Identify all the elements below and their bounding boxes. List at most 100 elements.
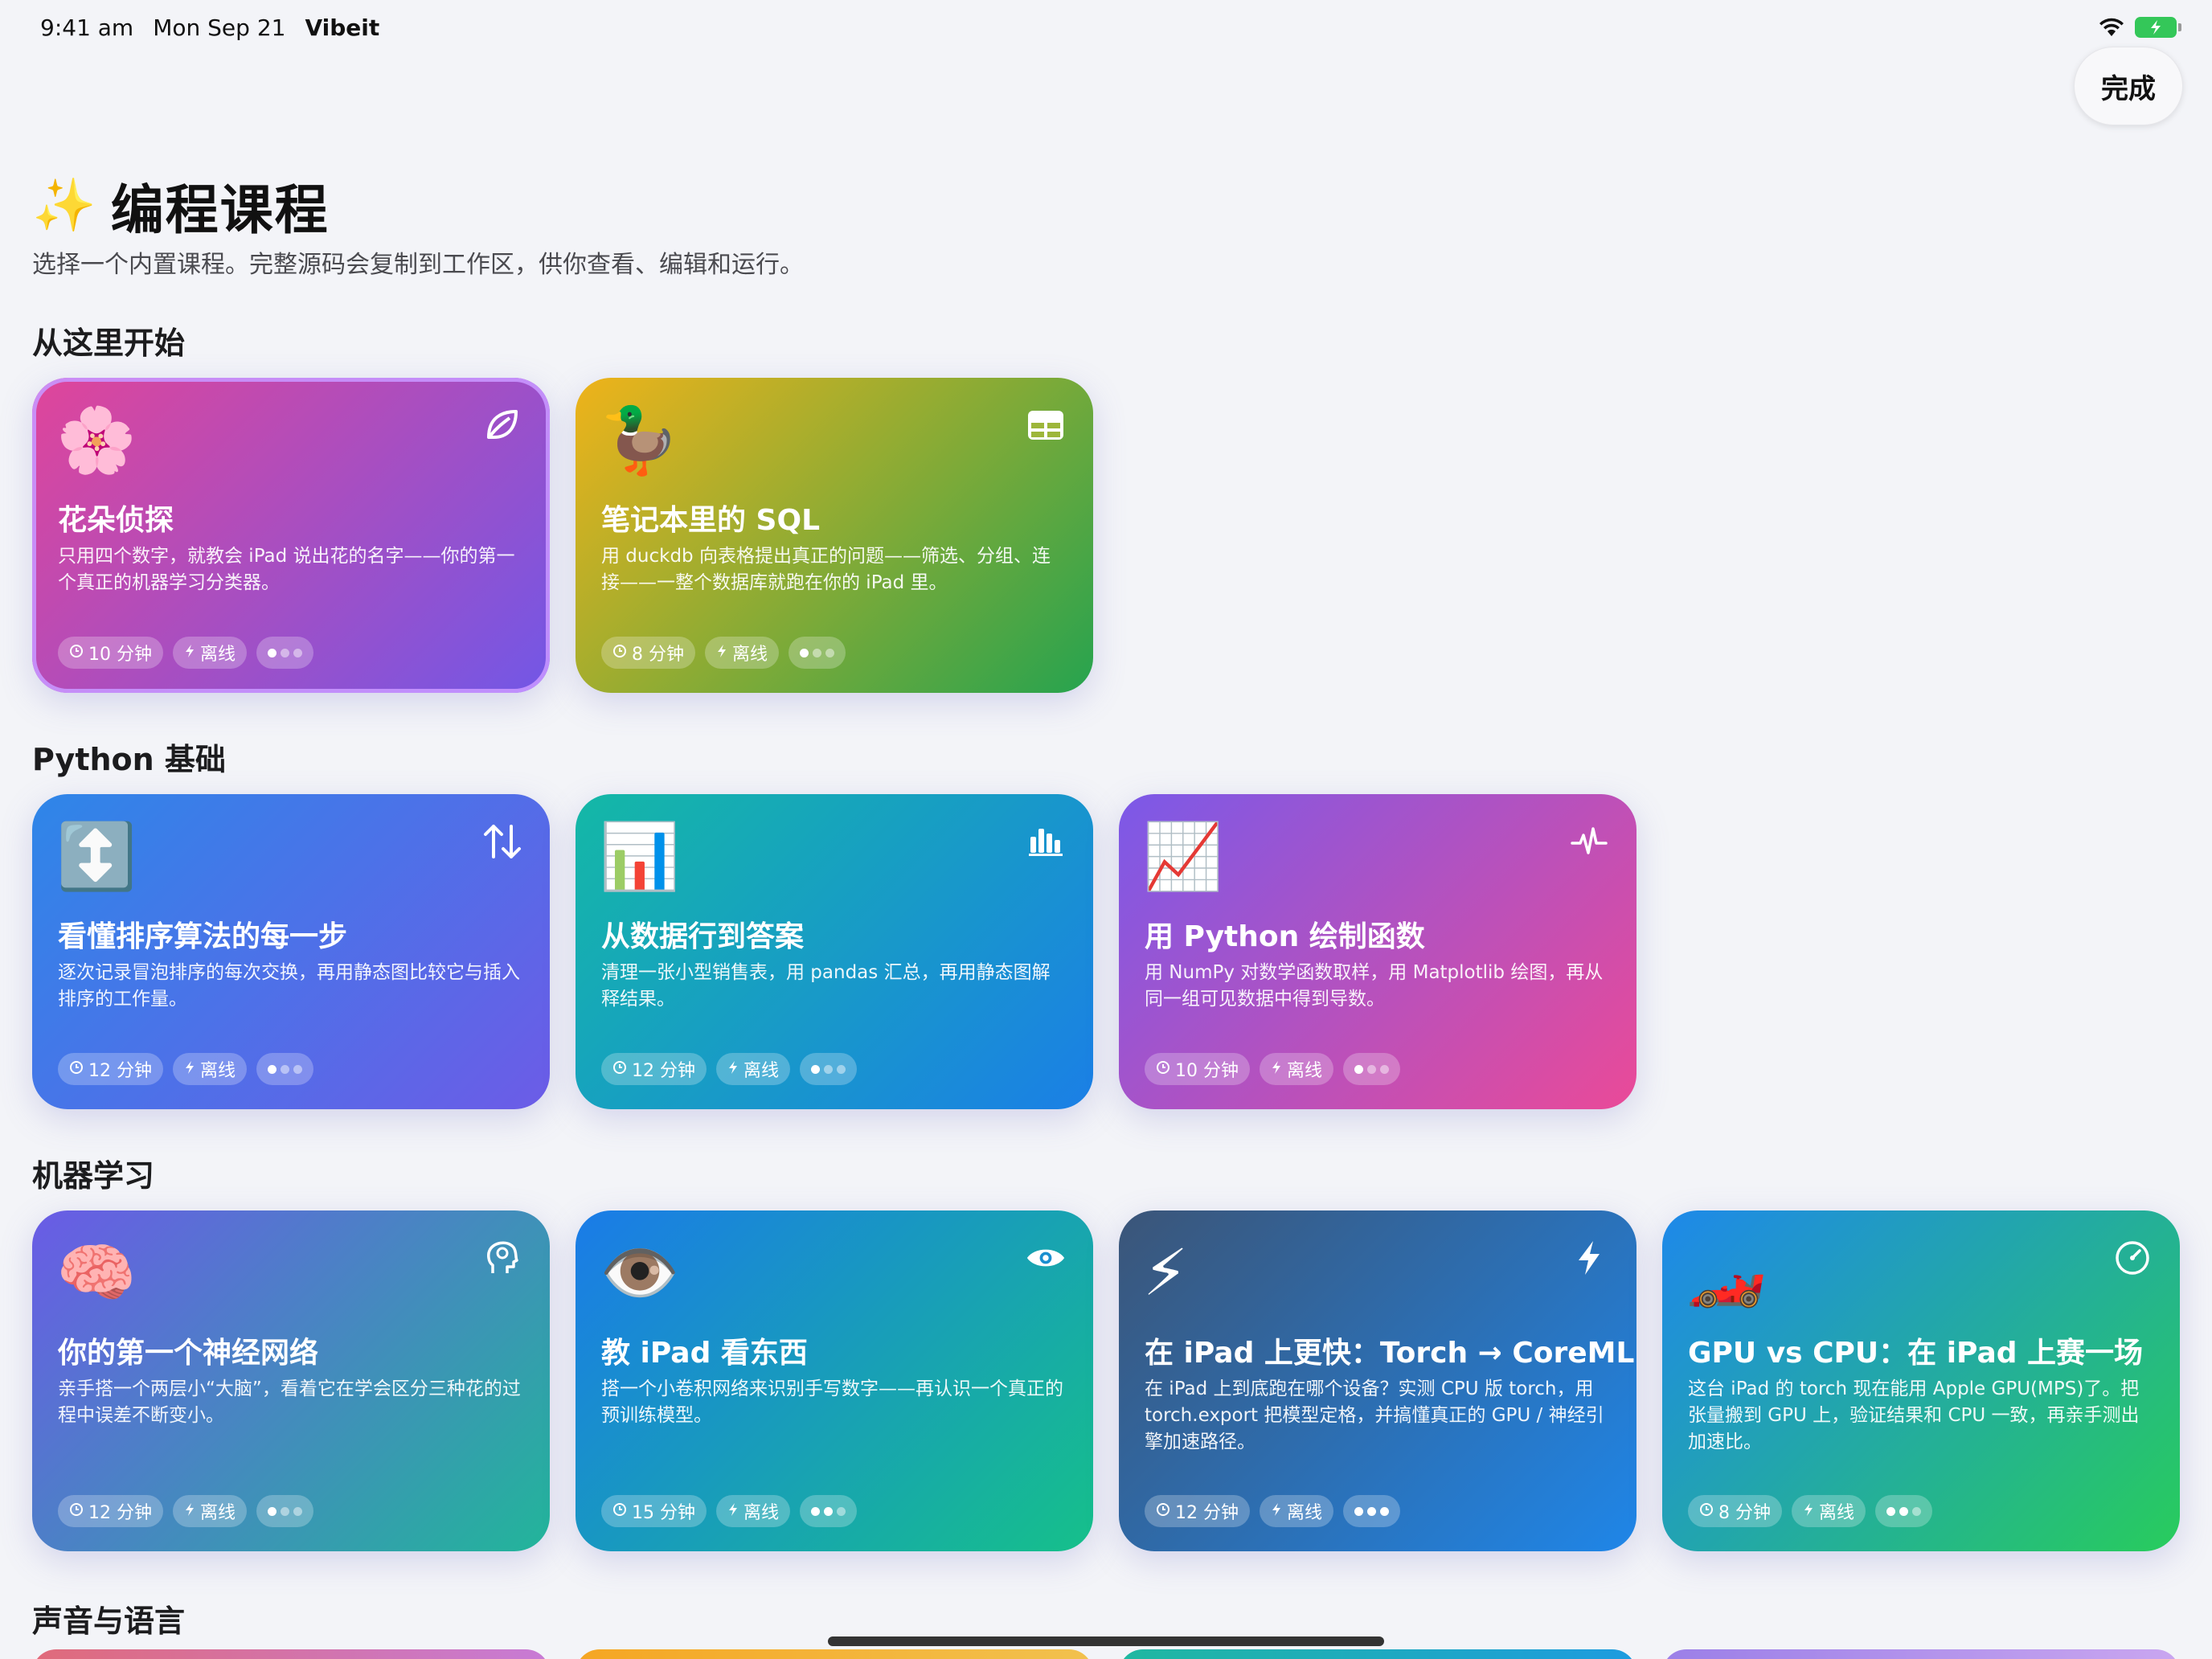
duration-label: 12 分钟	[632, 1061, 695, 1081]
course-card[interactable]: 🌸 花朵侦探 只用四个数字，就教会 iPad 说出花的名字——你的第一个真正的机…	[32, 378, 550, 693]
title-row: ✨ 编程课程	[32, 167, 330, 244]
difficulty-dot	[1354, 1506, 1364, 1516]
offline-badge: 离线	[173, 1053, 248, 1085]
bolt-icon	[184, 643, 195, 663]
offline-badge: 离线	[1260, 1495, 1334, 1527]
status-bar: 9:41 am Mon Sep 21 Vibeit	[40, 11, 2181, 43]
difficulty-badge	[1343, 1053, 1401, 1085]
difficulty-dot	[293, 1506, 303, 1516]
clock-icon	[612, 1059, 627, 1079]
card-peek[interactable]	[32, 1649, 550, 1659]
difficulty-badge	[256, 1495, 314, 1527]
bolt-icon	[184, 1059, 195, 1079]
status-left: 9:41 am Mon Sep 21 Vibeit	[40, 14, 379, 41]
difficulty-dot	[1354, 1064, 1364, 1074]
course-meta: 10 分钟 离线	[58, 637, 314, 669]
done-button[interactable]: 完成	[2074, 47, 2183, 125]
brain-head-icon	[482, 1238, 522, 1278]
home-indicator	[828, 1636, 1384, 1646]
duration-badge: 12 分钟	[601, 1053, 707, 1085]
difficulty-badge	[800, 1495, 858, 1527]
waveform-icon	[1569, 821, 1609, 862]
difficulty-dot	[800, 648, 809, 657]
difficulty-dot	[1899, 1506, 1909, 1516]
difficulty-dot	[1886, 1506, 1896, 1516]
duration-badge: 12 分钟	[58, 1053, 163, 1085]
course-title: 看懂排序算法的每一步	[58, 920, 348, 953]
course-title: GPU vs CPU：在 iPad 上赛一场	[1688, 1337, 2144, 1370]
status-app-name: Vibeit	[305, 14, 380, 41]
bolt-icon	[1271, 1501, 1282, 1522]
difficulty-dot	[837, 1064, 846, 1074]
clock-icon	[69, 1501, 84, 1522]
section-header: 机器学习	[32, 1158, 155, 1194]
table-icon	[1026, 405, 1066, 445]
offline-label: 离线	[200, 645, 236, 665]
offline-label: 离线	[1819, 1503, 1855, 1523]
offline-badge: 离线	[173, 1495, 248, 1527]
speedometer-icon	[2112, 1238, 2153, 1278]
course-description: 用 NumPy 对数学函数取样，用 Matplotlib 绘图，再从同一组可见数…	[1145, 962, 1604, 1010]
course-card[interactable]: ⚡ 在 iPad 上更快：Torch → CoreML 在 iPad 上到底跑在…	[1119, 1210, 1636, 1551]
course-card[interactable]: 📊 从数据行到答案 清理一张小型销售表，用 pandas 汇总，再用静态图解释结…	[576, 794, 1093, 1109]
card-peek[interactable]	[576, 1649, 1093, 1659]
course-emoji: 🏎️	[1686, 1235, 1767, 1310]
bolt-icon	[1271, 1059, 1282, 1079]
bolt-icon	[1803, 1501, 1814, 1522]
courses-page: 9:41 am Mon Sep 21 Vibeit 完成 ✨ 编程课程 选择一个…	[0, 0, 2212, 1659]
course-title: 笔记本里的 SQL	[601, 504, 821, 537]
page-title: 编程课程	[110, 179, 330, 241]
bolt-icon	[1569, 1238, 1609, 1278]
course-description: 在 iPad 上到底跑在哪个设备？实测 CPU 版 torch，用 torch.…	[1145, 1378, 1604, 1452]
course-title: 教 iPad 看东西	[601, 1337, 808, 1370]
clock-icon	[1156, 1501, 1170, 1522]
difficulty-dot	[1380, 1064, 1390, 1074]
offline-badge: 离线	[1792, 1495, 1866, 1527]
status-date: Mon Sep 21	[153, 14, 286, 41]
duration-badge: 8 分钟	[1688, 1495, 1782, 1527]
offline-label: 离线	[732, 645, 768, 665]
course-description: 只用四个数字，就教会 iPad 说出花的名字——你的第一个真正的机器学习分类器。	[58, 546, 515, 593]
course-meta: 12 分钟 离线	[58, 1053, 314, 1085]
page-subtitle: 选择一个内置课程。完整源码会复制到工作区，供你查看、编辑和运行。	[32, 251, 804, 279]
eye-icon	[1026, 1238, 1066, 1278]
course-card[interactable]: 👁️ 教 iPad 看东西 搭一个小卷积网络来识别手写数字——再认识一个真正的预…	[576, 1210, 1093, 1551]
difficulty-dot	[281, 1506, 290, 1516]
difficulty-dot	[268, 1064, 277, 1074]
difficulty-badge	[1343, 1495, 1401, 1527]
section-header: 声音与语言	[32, 1604, 186, 1639]
course-meta: 8 分钟 离线	[601, 637, 846, 669]
course-meta: 10 分钟 离线	[1145, 1053, 1401, 1085]
course-emoji: 👁️	[600, 1235, 680, 1310]
course-card[interactable]: 📈 用 Python 绘制函数 用 NumPy 对数学函数取样，用 Matplo…	[1119, 794, 1636, 1109]
wifi-icon	[2099, 18, 2124, 36]
duration-badge: 10 分钟	[58, 637, 163, 669]
difficulty-badge	[1875, 1495, 1933, 1527]
duration-label: 15 分钟	[632, 1503, 695, 1523]
offline-badge: 离线	[716, 1495, 791, 1527]
difficulty-dot	[1367, 1506, 1377, 1516]
difficulty-dot	[268, 1506, 277, 1516]
offline-label: 离线	[743, 1503, 780, 1523]
duration-badge: 10 分钟	[1145, 1053, 1250, 1085]
difficulty-dot	[811, 1506, 821, 1516]
course-card[interactable]: ↕️ 看懂排序算法的每一步 逐次记录冒泡排序的每次交换，再用静态图比较它与插入排…	[32, 794, 550, 1109]
difficulty-badge	[256, 1053, 314, 1085]
difficulty-dot	[824, 1506, 834, 1516]
course-meta: 12 分钟 离线	[1145, 1495, 1401, 1527]
difficulty-dot	[268, 648, 277, 657]
card-peek[interactable]	[1662, 1649, 2180, 1659]
course-card[interactable]: 🏎️ GPU vs CPU：在 iPad 上赛一场 这台 iPad 的 torc…	[1662, 1210, 2180, 1551]
course-emoji: 📈	[1143, 819, 1223, 894]
course-card[interactable]: 🦆 笔记本里的 SQL 用 duckdb 向表格提出真正的问题——筛选、分组、连…	[576, 378, 1093, 693]
course-emoji: ⚡	[1143, 1235, 1189, 1310]
course-emoji: 🧠	[56, 1235, 137, 1310]
difficulty-badge	[800, 1053, 858, 1085]
section-header: Python 基础	[32, 742, 226, 777]
difficulty-dot	[824, 1064, 834, 1074]
duration-label: 12 分钟	[88, 1061, 152, 1081]
course-card[interactable]: 🧠 你的第一个神经网络 亲手搭一个两层小“大脑”，看着它在学会区分三种花的过程中…	[32, 1210, 550, 1551]
course-description: 逐次记录冒泡排序的每次交换，再用静态图比较它与插入排序的工作量。	[58, 962, 520, 1010]
card-peek[interactable]	[1119, 1649, 1636, 1659]
sparkle-icon: ✨	[32, 176, 96, 236]
